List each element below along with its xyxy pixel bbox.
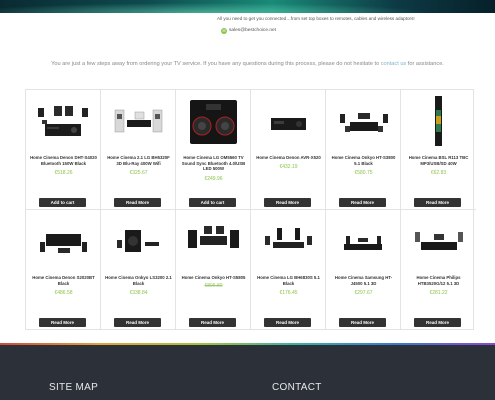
add-to-cart-button[interactable]: Add to cart [189,198,236,207]
product-price: €62.83 [430,170,447,176]
footer-color-stripe [0,343,495,345]
product-name[interactable]: Home Cinema LG BH6830S 5.1 Black [254,275,323,286]
product-name[interactable]: Home Cinema Philips HTB3520G/12 5.1 3D [404,275,473,286]
product-card[interactable]: Home Cinema 2.1 LG BH5320F 3D Blu-Ray 40… [101,90,176,210]
product-name[interactable]: Home Cinema Onkyo LS3200 2.1 Black [104,275,173,286]
read-more-button[interactable]: Read More [114,198,161,207]
product-card[interactable]: Home Cinema Onkyo LS3200 2.1 Black €338.… [101,210,176,330]
product-price: €325.67 [129,170,148,176]
product-image[interactable] [107,216,170,266]
product-image[interactable] [257,216,320,266]
product-price: €896.80 [204,283,223,289]
product-name[interactable]: Home Cinema Samsung HT-J4500 5.1 3D [329,275,398,286]
read-more-button[interactable]: Read More [264,318,311,327]
product-price: €432.19 [279,164,298,170]
add-to-cart-button[interactable]: Add to cart [39,198,86,207]
product-card[interactable]: Home Cinema LG OM5560 TV Sound Sync Blue… [176,90,251,210]
read-more-button[interactable]: Read More [114,318,161,327]
product-image[interactable] [107,96,170,146]
intro-before: You are just a few steps away from order… [51,61,381,67]
product-name[interactable]: Home Cinema Denon DHT-S4020 Bluetooth 15… [29,155,98,166]
read-more-button[interactable]: Read More [414,198,461,207]
read-more-button[interactable]: Read More [264,198,311,207]
banner-glow [0,0,495,13]
product-grid: Home Cinema Denon DHT-S4020 Bluetooth 15… [25,89,476,330]
read-more-button[interactable]: Read More [339,318,386,327]
product-image[interactable] [332,96,395,146]
product-card[interactable]: Home Cinema Denon S2020BT Black €486.58 … [26,210,101,330]
envelope-icon: ✉ [221,27,227,34]
product-price: €518.26 [54,170,73,176]
intro-text: You are just a few steps away from order… [0,61,495,67]
read-more-button[interactable]: Read More [414,318,461,327]
email-address[interactable]: sales@bestchoice.net [229,28,276,33]
intro-after: for assistance. [406,61,444,67]
contact-us-link[interactable]: contact us [381,61,407,67]
header-tagline: All you need to get you connected…from s… [217,16,415,21]
product-image[interactable] [32,216,95,266]
product-card[interactable]: Home Cinema Onkyo HT-S5805 €896.80 Read … [176,210,251,330]
footer-sitemap-heading: SITE MAP [49,382,99,393]
product-name[interactable]: Home Cinema Onkyo HT-S3800 5.1 Black [329,155,398,166]
product-price: €281.22 [429,290,448,296]
product-price: €176.45 [279,290,298,296]
product-card[interactable]: Home Cinema Philips HTB3520G/12 5.1 3D €… [401,210,476,330]
product-card[interactable]: Home Cinema Denon DHT-S4020 Bluetooth 15… [26,90,101,210]
read-more-button[interactable]: Read More [39,318,86,327]
footer-contact-heading: CONTACT [272,382,322,393]
product-image[interactable] [182,216,245,266]
product-price: €580.75 [354,170,373,176]
header-email[interactable]: ✉ sales@bestchoice.net [221,27,276,34]
product-card[interactable]: Home Cinema BSL R113 TBC MP3/USB/SD 40W … [401,90,476,210]
product-name[interactable]: Home Cinema Denon AVR-X520 [254,155,323,161]
read-more-button[interactable]: Read More [339,198,386,207]
product-image[interactable] [257,96,320,146]
product-price: €249.96 [204,176,223,182]
product-name[interactable]: Home Cinema BSL R113 TBC MP3/USB/SD 40W [404,155,473,166]
product-image[interactable] [32,96,95,146]
product-image[interactable] [182,96,245,146]
product-name[interactable]: Home Cinema Denon S2020BT Black [29,275,98,286]
product-card[interactable]: Home Cinema Samsung HT-J4500 5.1 3D €297… [326,210,401,330]
footer: SITE MAP CONTACT [0,343,495,400]
product-name[interactable]: Home Cinema Onkyo HT-S5805 [179,275,248,281]
product-image[interactable] [332,216,395,266]
product-price: €297.67 [354,290,373,296]
header-banner [0,0,495,13]
product-card[interactable]: Home Cinema Denon AVR-X520 €432.19 Read … [251,90,326,210]
product-image[interactable] [407,216,470,266]
product-card[interactable]: Home Cinema LG BH6830S 5.1 Black €176.45… [251,210,326,330]
product-price: €486.58 [54,290,73,296]
product-image[interactable] [407,96,470,146]
product-name[interactable]: Home Cinema 2.1 LG BH5320F 3D Blu-Ray 40… [104,155,173,166]
product-price: €338.84 [129,290,148,296]
product-card[interactable]: Home Cinema Onkyo HT-S3800 5.1 Black €58… [326,90,401,210]
product-name[interactable]: Home Cinema LG OM5560 TV Sound Sync Blue… [179,155,248,172]
read-more-button[interactable]: Read More [189,318,236,327]
